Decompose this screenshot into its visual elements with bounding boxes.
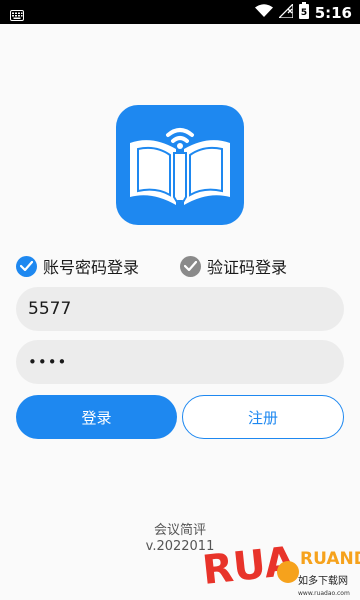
mode-label: 账号密码登录	[43, 258, 140, 277]
watermark-logo: RUA RUANDAO 如多下载网 www.ruadao.com	[200, 532, 360, 600]
signal-icon	[277, 2, 294, 22]
watermark-tagline: 如多下载网	[298, 574, 348, 587]
password-input[interactable]	[16, 340, 344, 384]
mode-account-password[interactable]: 账号密码登录	[16, 254, 139, 278]
app-logo	[116, 105, 244, 225]
battery-level: 5	[301, 8, 307, 18]
account-field-container	[16, 287, 344, 331]
status-bar: 5 5:16	[0, 0, 360, 24]
keyboard-icon	[10, 6, 24, 25]
battery-icon: 5	[298, 2, 309, 23]
watermark-url: www.ruadao.com	[298, 590, 350, 597]
password-field-container	[16, 340, 344, 384]
wifi-icon	[254, 3, 273, 22]
check-selected-icon	[16, 255, 37, 277]
mode-label: 验证码登录	[207, 258, 288, 277]
mode-verification-code[interactable]: 验证码登录	[180, 254, 287, 278]
watermark-brand: RUANDAO	[300, 549, 360, 569]
login-button[interactable]: 登录	[16, 395, 177, 439]
book-wifi-icon	[130, 128, 230, 209]
register-button[interactable]: 注册	[182, 395, 344, 439]
clock: 5:16	[314, 3, 352, 22]
account-input[interactable]	[16, 287, 344, 331]
check-unselected-icon	[180, 255, 201, 277]
